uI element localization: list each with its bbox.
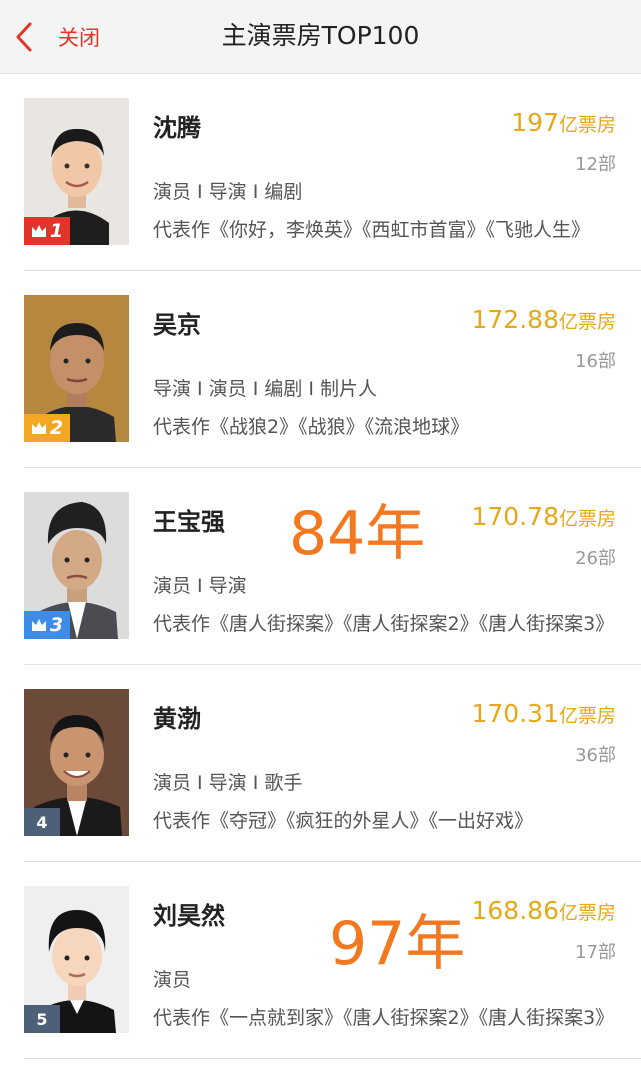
avatar: 1 (24, 98, 129, 245)
rank-badge: 3 (24, 611, 70, 639)
film-count: 26部 (575, 548, 616, 569)
crown-icon (31, 225, 46, 237)
film-count: 12部 (575, 154, 616, 175)
actor-roles: 演员 (153, 969, 192, 991)
rank-badge: 5 (24, 1005, 60, 1033)
rank-number: 3 (49, 614, 64, 636)
actor-name: 刘昊然 (153, 902, 225, 930)
representative-works: 代表作《夺冠》《疯狂的外星人》《一出好戏》 (153, 810, 534, 832)
actor-roles: 演员 I 导演 I 编剧 (153, 181, 303, 203)
avatar: 3 (24, 492, 129, 639)
avatar: 4 (24, 689, 129, 836)
boxoffice-unit: 亿票房 (558, 508, 616, 530)
boxoffice-number: 168.86 (471, 896, 559, 925)
representative-works: 代表作《你好，李焕英》《西虹市首富》《飞驰人生》 (153, 219, 591, 241)
boxoffice-unit: 亿票房 (558, 114, 616, 136)
rank-badge: 4 (24, 808, 60, 836)
film-count: 36部 (575, 745, 616, 766)
boxoffice-unit: 亿票房 (558, 705, 616, 727)
birth-year-annotation: 97年 (329, 909, 466, 979)
representative-works: 代表作《战狼2》《战狼》《流浪地球》 (153, 416, 470, 438)
representative-works: 代表作《唐人街探案》《唐人街探案2》《唐人街探案3》 (153, 613, 615, 635)
actor-roles: 导演 I 演员 I 编剧 I 制片人 (153, 378, 378, 400)
boxoffice-number: 170.31 (471, 699, 559, 728)
crown-icon (31, 422, 46, 434)
actor-name: 沈腾 (153, 114, 201, 142)
boxoffice-number: 170.78 (471, 502, 559, 531)
list-item-rank-5[interactable]: 5 刘昊然 97年 168.86亿票房 17部 演员 代表作《一点就到家》《唐人… (0, 862, 641, 1059)
rank-number: 1 (49, 220, 64, 242)
film-count: 17部 (575, 942, 616, 963)
actor-name: 吴京 (153, 311, 201, 339)
page-title: 主演票房TOP100 (221, 21, 420, 50)
rank-badge: 2 (24, 414, 70, 442)
top-nav-bar: 关闭 主演票房TOP100 (0, 0, 641, 74)
film-count: 16部 (575, 351, 616, 372)
rank-badge: 1 (24, 217, 70, 245)
actor-roles: 演员 I 导演 (153, 575, 247, 597)
representative-works: 代表作《一点就到家》《唐人街探案2》《唐人街探案3》 (153, 1007, 615, 1029)
avatar: 2 (24, 295, 129, 442)
boxoffice-value: 172.88亿票房 (472, 305, 617, 334)
boxoffice-unit: 亿票房 (558, 311, 616, 333)
actor-name: 黄渤 (153, 705, 201, 733)
boxoffice-value: 197亿票房 (511, 108, 616, 137)
rank-number: 2 (49, 417, 64, 439)
boxoffice-value: 168.86亿票房 (472, 896, 617, 925)
boxoffice-value: 170.31亿票房 (472, 699, 617, 728)
boxoffice-unit: 亿票房 (558, 902, 616, 924)
list-item-rank-3[interactable]: 3 王宝强 84年 170.78亿票房 26部 演员 I 导演 代表作《唐人街探… (0, 468, 641, 665)
actor-ranking-list: 1 沈腾 197亿票房 12部 演员 I 导演 I 编剧 代表作《你好，李焕英》… (0, 74, 641, 1059)
list-item-rank-2[interactable]: 2 吴京 172.88亿票房 16部 导演 I 演员 I 编剧 I 制片人 代表… (0, 271, 641, 468)
actor-name: 王宝强 (153, 508, 225, 536)
crown-icon (31, 619, 46, 631)
boxoffice-number: 197 (511, 108, 559, 137)
list-item-rank-4[interactable]: 4 黄渤 170.31亿票房 36部 演员 I 导演 I 歌手 代表作《夺冠》《… (0, 665, 641, 862)
avatar: 5 (24, 886, 129, 1033)
birth-year-annotation: 84年 (289, 499, 426, 569)
boxoffice-number: 172.88 (471, 305, 559, 334)
boxoffice-value: 170.78亿票房 (472, 502, 617, 531)
actor-roles: 演员 I 导演 I 歌手 (153, 772, 303, 794)
list-item-rank-1[interactable]: 1 沈腾 197亿票房 12部 演员 I 导演 I 编剧 代表作《你好，李焕英》… (0, 74, 641, 271)
